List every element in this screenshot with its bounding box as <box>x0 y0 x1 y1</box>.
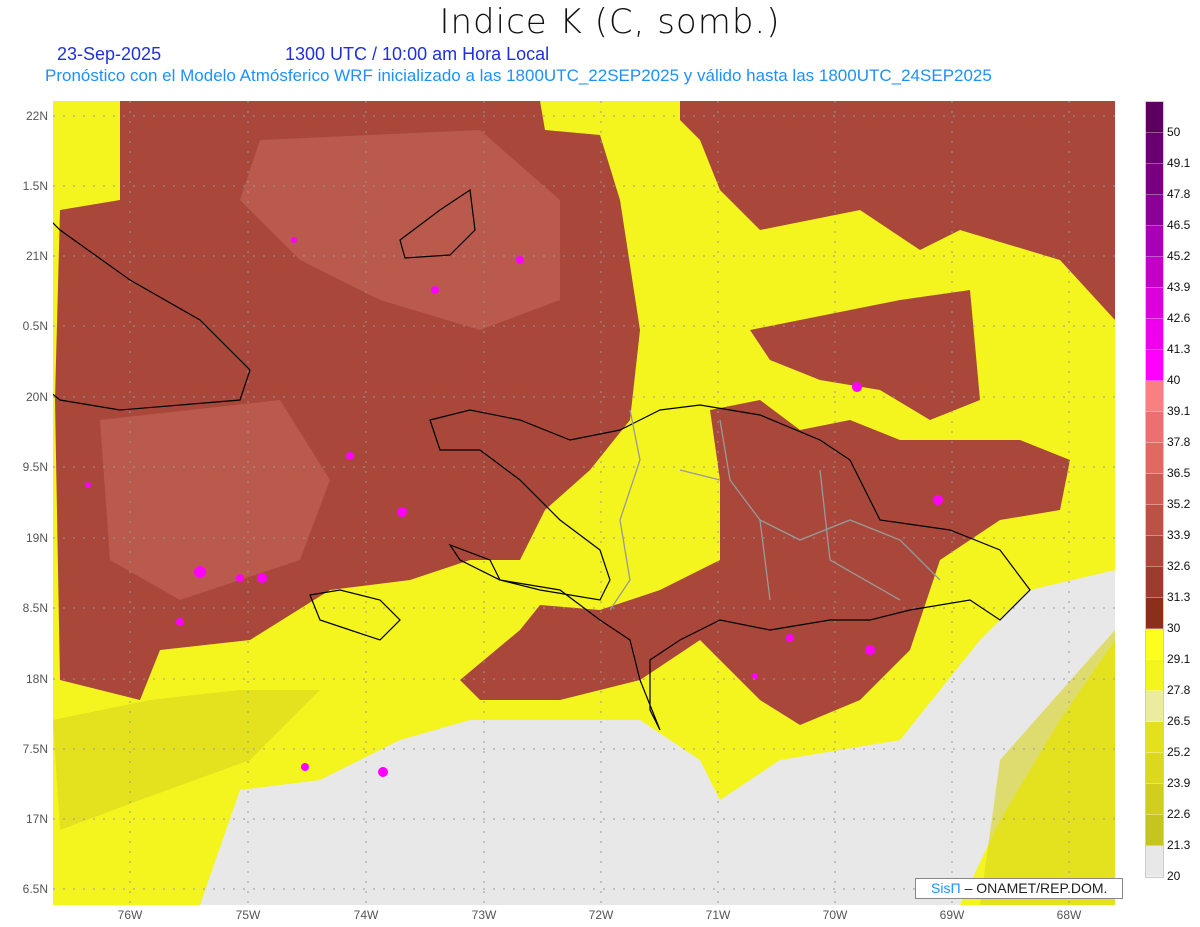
colorbar <box>1145 101 1164 878</box>
colorbar-label: 37.8 <box>1167 435 1191 449</box>
lon-label: 74W <box>353 908 379 922</box>
colorbar-bin <box>1146 815 1163 846</box>
lat-label: 8.5N <box>22 601 48 615</box>
colorbar-bin <box>1146 536 1163 567</box>
colorbar-bin <box>1146 350 1163 381</box>
lon-label: 75W <box>235 908 261 922</box>
forecast-time: 1300 UTC / 10:00 am Hora Local <box>285 44 550 64</box>
credit-box: SisΠ – ONAMET/REP.DOM. <box>915 878 1123 899</box>
colorbar-label: 46.5 <box>1167 218 1191 232</box>
colorbar-label: 21.3 <box>1167 838 1191 852</box>
colorbar-bin <box>1146 288 1163 319</box>
lon-label: 68W <box>1056 908 1082 922</box>
colorbar-label: 49.1 <box>1167 156 1191 170</box>
forecast-subtitle: Pronóstico con el Modelo Atmósferico WRF… <box>45 66 992 85</box>
colorbar-label: 43.9 <box>1167 280 1191 294</box>
colorbar-bin <box>1146 443 1163 474</box>
colorbar-bin <box>1146 629 1163 660</box>
lat-label: 22N <box>25 109 48 123</box>
forecast-date: 23-Sep-2025 <box>57 44 162 64</box>
lat-label: 17N <box>25 812 48 826</box>
colorbar-label: 31.3 <box>1167 590 1191 604</box>
colorbar-bin <box>1146 598 1163 629</box>
lat-label: 7.5N <box>22 742 48 756</box>
colorbar-label: 36.5 <box>1167 466 1191 480</box>
lon-label: 76W <box>117 908 143 922</box>
colorbar-bin <box>1146 784 1163 815</box>
lat-label: 0.5N <box>22 319 48 333</box>
k-index-map <box>53 101 1115 905</box>
colorbar-label: 26.5 <box>1167 714 1191 728</box>
colorbar-bin <box>1146 195 1163 226</box>
colorbar-label: 32.6 <box>1167 559 1191 573</box>
map-canvas <box>53 101 1115 905</box>
colorbar-label: 20 <box>1167 869 1181 883</box>
colorbar-label: 39.1 <box>1167 404 1191 418</box>
colorbar-bin <box>1146 226 1163 257</box>
lon-label: 71W <box>705 908 731 922</box>
colorbar-label: 35.2 <box>1167 497 1191 511</box>
lon-label: 69W <box>939 908 965 922</box>
colorbar-bin <box>1146 412 1163 443</box>
lon-label: 70W <box>822 908 848 922</box>
colorbar-label: 25.2 <box>1167 745 1191 759</box>
colorbar-label: 30 <box>1167 621 1181 635</box>
colorbar-label: 45.2 <box>1167 249 1191 263</box>
colorbar-label: 50 <box>1167 125 1181 139</box>
map-title: Indice K (C, somb.) <box>439 2 781 42</box>
colorbar-bin <box>1146 381 1163 412</box>
colorbar-label: 41.3 <box>1167 342 1191 356</box>
lat-label: 18N <box>25 672 48 686</box>
lat-label: 21N <box>25 249 48 263</box>
colorbar-bin <box>1146 691 1163 722</box>
colorbar-label: 29.1 <box>1167 652 1191 666</box>
colorbar-bin <box>1146 102 1163 133</box>
colorbar-label: 33.9 <box>1167 528 1191 542</box>
colorbar-bin <box>1146 133 1163 164</box>
lon-label: 73W <box>471 908 497 922</box>
colorbar-label: 40 <box>1167 373 1181 387</box>
colorbar-bin <box>1146 319 1163 350</box>
colorbar-bin <box>1146 257 1163 288</box>
colorbar-bin <box>1146 474 1163 505</box>
lat-label: 19N <box>25 531 48 545</box>
colorbar-label: 42.6 <box>1167 311 1191 325</box>
colorbar-bin <box>1146 722 1163 753</box>
colorbar-label: 22.6 <box>1167 807 1191 821</box>
colorbar-bin <box>1146 846 1163 877</box>
colorbar-bin <box>1146 753 1163 784</box>
lon-label: 72W <box>588 908 614 922</box>
lat-label: 9.5N <box>22 460 48 474</box>
colorbar-label: 23.9 <box>1167 776 1191 790</box>
colorbar-bin <box>1146 660 1163 691</box>
colorbar-label: 27.8 <box>1167 683 1191 697</box>
lat-label: 20N <box>25 390 48 404</box>
lat-label: 1.5N <box>22 179 48 193</box>
credit-org: – ONAMET/REP.DOM. <box>964 880 1108 896</box>
colorbar-label: 47.8 <box>1167 187 1191 201</box>
colorbar-bin <box>1146 164 1163 195</box>
lat-label: 6.5N <box>22 882 48 896</box>
colorbar-bin <box>1146 505 1163 536</box>
sispi-logo: SisΠ <box>931 880 961 896</box>
colorbar-bin <box>1146 567 1163 598</box>
